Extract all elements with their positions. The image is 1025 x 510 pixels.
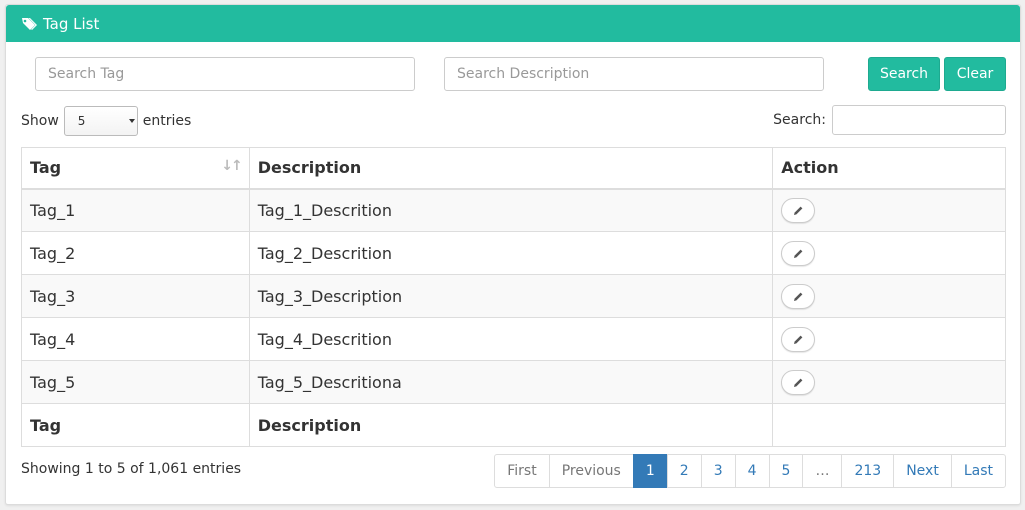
description-cell: Tag_4_Descrition	[248, 317, 774, 361]
pencil-icon	[793, 378, 803, 387]
table-row: Tag_2 Tag_2_Descrition	[21, 231, 1006, 275]
column-header-action: Action	[772, 147, 1006, 190]
edit-button[interactable]	[781, 283, 816, 309]
footer-description: Description	[248, 403, 774, 447]
search-tag-input[interactable]	[35, 57, 415, 91]
edit-button[interactable]	[781, 369, 816, 395]
tag-table: Tag ↓↑ Description Action Tag_1 Tag_1_De…	[21, 147, 1006, 447]
tag-cell: Tag_2	[21, 231, 250, 275]
column-header-tag[interactable]: Tag ↓↑	[21, 147, 250, 190]
edit-button[interactable]	[781, 240, 816, 266]
action-cell	[772, 360, 1006, 404]
footer-tag: Tag	[21, 403, 250, 447]
tag-cell: Tag_4	[21, 317, 250, 361]
table-header-row: Tag ↓↑ Description Action	[21, 147, 1006, 190]
pagination-page-3[interactable]: 3	[700, 454, 736, 488]
pencil-icon	[793, 292, 803, 301]
chevron-down-icon	[128, 119, 135, 123]
table-row: Tag_1 Tag_1_Descrition	[21, 188, 1006, 232]
table-row: Tag_4 Tag_4_Descrition	[21, 317, 1006, 361]
table-footer-row: Tag Description	[21, 403, 1006, 447]
column-header-tag-label: Tag	[30, 158, 62, 178]
tag-cell: Tag_5	[21, 360, 250, 404]
tag-cell: Tag_3	[21, 274, 250, 318]
entries-label: entries	[142, 113, 192, 129]
pagination-page-4[interactable]: 4	[734, 454, 770, 488]
pagination-next[interactable]: Next	[893, 454, 952, 488]
table-search-input[interactable]	[832, 105, 1006, 135]
description-cell: Tag_5_Descritiona	[248, 360, 774, 404]
clear-button[interactable]: Clear	[944, 57, 1006, 91]
pagination-first[interactable]: First	[494, 454, 550, 488]
pagination-ellipsis: …	[802, 454, 843, 488]
pagination-page-1[interactable]: 1	[632, 454, 668, 488]
action-cell	[772, 274, 1006, 318]
pencil-icon	[793, 206, 803, 215]
action-cell	[772, 231, 1006, 275]
pagination-page-5[interactable]: 5	[768, 454, 804, 488]
tag-cell: Tag_1	[21, 188, 250, 232]
pagination-page-213[interactable]: 213	[841, 454, 895, 488]
entries-length-control: Show 5 entries	[21, 106, 191, 136]
pencil-icon	[793, 335, 803, 344]
action-cell	[772, 317, 1006, 361]
entries-select-value: 5	[77, 114, 86, 128]
pagination-page-2[interactable]: 2	[666, 454, 702, 488]
sort-icon: ↓↑	[221, 158, 243, 175]
tag-list-panel: Tag List Search Clear Show 5 entries Sea…	[5, 4, 1021, 505]
pagination: First Previous 1 2 3 4 5 … 213 Next Last	[494, 454, 1006, 488]
table-info: Showing 1 to 5 of 1,061 entries	[21, 461, 242, 477]
action-cell	[772, 188, 1006, 232]
pencil-icon	[793, 249, 803, 258]
description-cell: Tag_3_Description	[248, 274, 774, 318]
edit-button[interactable]	[781, 326, 816, 352]
column-header-description[interactable]: Description	[248, 147, 774, 190]
description-cell: Tag_1_Descrition	[248, 188, 774, 232]
footer-action	[772, 403, 1006, 447]
edit-button[interactable]	[781, 197, 816, 223]
panel-title: Tag List	[43, 14, 100, 33]
pagination-last[interactable]: Last	[950, 454, 1006, 488]
entries-select[interactable]: 5	[63, 106, 138, 136]
table-search: Search:	[773, 105, 1006, 135]
table-row: Tag_3 Tag_3_Description	[21, 274, 1006, 318]
search-button[interactable]: Search	[868, 57, 940, 91]
description-cell: Tag_2_Descrition	[248, 231, 774, 275]
table-row: Tag_5 Tag_5_Descritiona	[21, 360, 1006, 404]
show-label: Show	[21, 113, 59, 129]
tags-icon	[21, 17, 38, 31]
table-search-label: Search:	[773, 112, 826, 128]
panel-header: Tag List	[6, 5, 1020, 42]
pagination-previous[interactable]: Previous	[548, 454, 634, 488]
search-description-input[interactable]	[444, 57, 824, 91]
